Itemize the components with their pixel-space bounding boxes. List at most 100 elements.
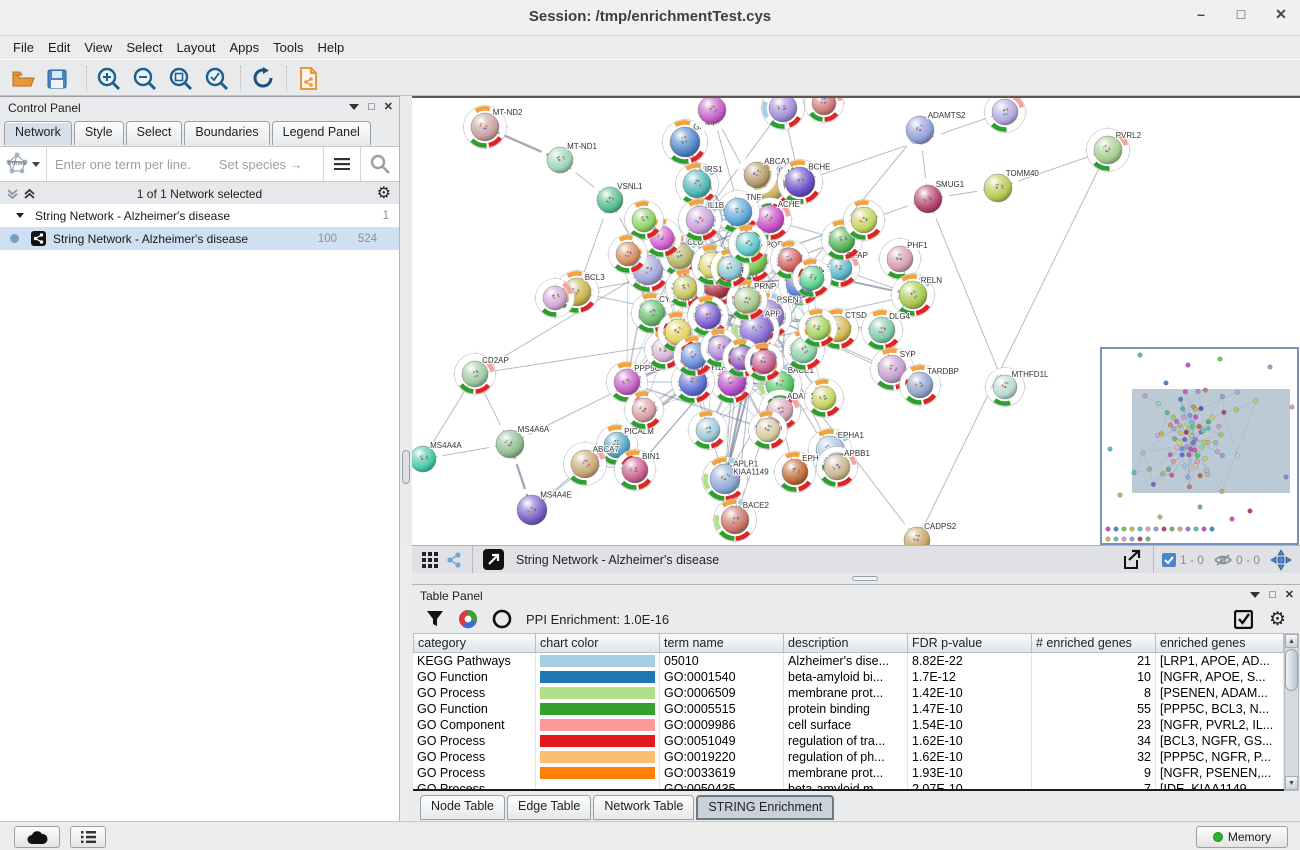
menu-item-edit[interactable]: Edit (41, 38, 77, 57)
maximize-button[interactable]: □ (1232, 6, 1250, 23)
cell-category[interactable]: GO Function (413, 701, 536, 717)
column-header-description[interactable]: description (784, 633, 908, 653)
network-node[interactable] (803, 98, 846, 125)
refresh-button[interactable] (248, 64, 278, 94)
cell-term[interactable]: GO:0001540 (660, 669, 784, 685)
tab-edge-table[interactable]: Edge Table (507, 795, 591, 820)
zoom-fit-button[interactable] (166, 64, 196, 94)
scroll-thumb[interactable] (1285, 649, 1298, 691)
string-query-placeholder[interactable]: Enter one term per line. (55, 157, 191, 172)
cell-fdr[interactable]: 1.47E-10 (908, 701, 1032, 717)
tab-node-table[interactable]: Node Table (420, 795, 505, 820)
table-row[interactable]: GO ProcessGO:0050435beta-amyloid m...2.0… (413, 781, 1284, 791)
scroll-up-button[interactable]: ▲ (1285, 634, 1298, 648)
filter-icon[interactable] (426, 610, 444, 628)
table-row[interactable]: GO FunctionGO:0005515protein binding1.47… (413, 701, 1284, 717)
cell-term[interactable]: GO:0019220 (660, 749, 784, 765)
panel-close-icon[interactable]: ✕ (384, 100, 393, 113)
birds-eye-view[interactable] (1100, 347, 1299, 545)
network-node-gab2[interactable]: GAB2 (661, 118, 716, 167)
minimize-button[interactable]: – (1192, 6, 1210, 23)
cell-genes_count[interactable]: 32 (1032, 749, 1156, 765)
table-row[interactable]: GO ProcessGO:0033619membrane prot...1.93… (413, 765, 1284, 781)
cell-color[interactable] (536, 717, 660, 733)
cell-category[interactable]: GO Component (413, 717, 536, 733)
task-list-button[interactable] (70, 826, 106, 848)
cell-fdr[interactable]: 1.7E-12 (908, 669, 1032, 685)
table-row[interactable]: KEGG Pathways05010Alzheimer's dise...8.8… (413, 653, 1284, 669)
network-node-tomm40[interactable]: TOMM40 (980, 169, 1040, 206)
panel-float-icon[interactable]: □ (1269, 589, 1276, 601)
network-row-selected[interactable]: String Network - Alzheimer's disease 100… (0, 227, 399, 250)
chevron-down-icon[interactable] (32, 161, 41, 168)
zoom-in-button[interactable] (94, 64, 124, 94)
cell-fdr[interactable]: 1.54E-10 (908, 717, 1032, 733)
cell-description[interactable]: regulation of tra... (784, 733, 908, 749)
network-node-cadps2[interactable]: CADPS2 (900, 522, 957, 545)
network-node-cd2ap[interactable]: CD2AP (453, 352, 509, 397)
table-row[interactable]: GO ProcessGO:0006509membrane prot...1.42… (413, 685, 1284, 701)
string-options-button[interactable] (324, 158, 360, 170)
table-row[interactable]: GO FunctionGO:0001540beta-amyloid bi...1… (413, 669, 1284, 685)
cell-description[interactable]: protein binding (784, 701, 908, 717)
cell-category[interactable]: GO Process (413, 765, 536, 781)
cell-genes_count[interactable]: 9 (1032, 765, 1156, 781)
cell-term[interactable]: GO:0033619 (660, 765, 784, 781)
clear-chart-icon[interactable] (492, 609, 512, 629)
string-search-button[interactable] (361, 154, 399, 174)
network-canvas[interactable]: MT-ND2MT-ND1VSNL1GAB2ADAMTS2PVRL2TOMM40S… (412, 96, 1300, 545)
network-node-mthfd1l[interactable]: MTHFD1L (984, 366, 1050, 409)
table-scrollbar[interactable]: ▲ ▼ (1284, 633, 1299, 791)
scroll-down-button[interactable]: ▼ (1285, 776, 1298, 790)
cell-color[interactable] (536, 749, 660, 765)
column-header-category[interactable]: category (413, 633, 536, 653)
birds-eye-viewport[interactable] (1132, 389, 1290, 493)
zoom-out-button[interactable] (130, 64, 160, 94)
network-from-file-button[interactable] (294, 64, 324, 94)
tab-select[interactable]: Select (126, 121, 183, 145)
column-header-FDR-p-value[interactable]: FDR p-value (908, 633, 1032, 653)
select-all-checkbox-icon[interactable] (1234, 610, 1253, 629)
network-node-ms4a6a[interactable]: MS4A6A (492, 425, 550, 462)
cell-genes[interactable]: [NGFR, PVRL2, IL... (1156, 717, 1284, 733)
splitter-handle[interactable] (402, 450, 410, 484)
cell-fdr[interactable]: 1.93E-10 (908, 765, 1032, 781)
network-node[interactable] (803, 377, 846, 420)
cell-color[interactable] (536, 733, 660, 749)
cell-genes_count[interactable]: 21 (1032, 653, 1156, 669)
enrichment-chart-icon[interactable] (458, 609, 478, 629)
network-node-adamts2[interactable]: ADAMTS2 (902, 111, 967, 148)
cell-genes_count[interactable]: 34 (1032, 733, 1156, 749)
menu-item-view[interactable]: View (77, 38, 119, 57)
table-row[interactable]: GO ComponentGO:0009986cell surface1.54E-… (413, 717, 1284, 733)
splitter-handle[interactable] (852, 576, 878, 581)
network-node-pvrl2[interactable]: PVRL2 (1085, 127, 1142, 174)
tree-expand-icon[interactable] (16, 212, 25, 219)
cell-term[interactable]: GO:0051049 (660, 733, 784, 749)
cell-fdr[interactable]: 1.62E-10 (908, 733, 1032, 749)
cell-term[interactable]: GO:0006509 (660, 685, 784, 701)
grid-view-icon[interactable] (422, 552, 438, 568)
column-header-enriched-genes[interactable]: enriched genes (1156, 633, 1284, 653)
menu-item-file[interactable]: File (6, 38, 41, 57)
column-header-term-name[interactable]: term name (660, 633, 784, 653)
column-header--enriched-genes[interactable]: # enriched genes (1032, 633, 1156, 653)
network-panel-gear-icon[interactable]: ⚙ (377, 186, 391, 202)
network-node[interactable] (983, 98, 1028, 135)
cell-genes[interactable]: [NGFR, APOE, S... (1156, 669, 1284, 685)
cell-description[interactable]: cell surface (784, 717, 908, 733)
cell-category[interactable]: GO Process (413, 781, 536, 791)
tab-style[interactable]: Style (74, 121, 124, 145)
cell-category[interactable]: GO Process (413, 749, 536, 765)
cell-term[interactable]: GO:0050435 (660, 781, 784, 791)
cell-color[interactable] (536, 701, 660, 717)
tab-network[interactable]: Network (4, 121, 72, 145)
set-species-hint[interactable]: Set species → (219, 157, 303, 172)
panel-menu-icon[interactable] (1250, 591, 1260, 599)
open-session-button[interactable] (8, 64, 38, 94)
tab-legend-panel[interactable]: Legend Panel (272, 121, 371, 145)
cell-color[interactable] (536, 653, 660, 669)
column-header-chart-color[interactable]: chart color (536, 633, 660, 653)
cell-genes[interactable]: [PSENEN, ADAM... (1156, 685, 1284, 701)
cell-category[interactable]: GO Process (413, 685, 536, 701)
